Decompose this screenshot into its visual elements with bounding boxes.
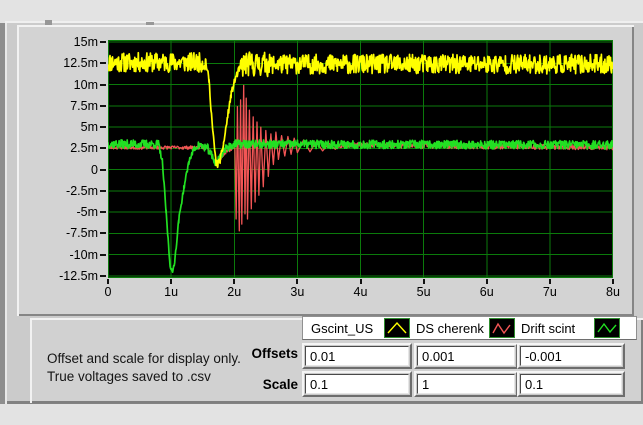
offset-field-0 xyxy=(302,343,412,369)
offset-input-0[interactable] xyxy=(306,347,408,365)
x-tick-label: 2u xyxy=(227,285,242,299)
x-tick-mark xyxy=(107,279,109,284)
y-tick-label: -5m xyxy=(76,205,98,220)
x-tick-label: 5u xyxy=(416,285,431,299)
y-tick-mark xyxy=(100,253,106,256)
y-tick-label: -10m xyxy=(69,247,98,262)
plot-sample-icon-ds-cherenk[interactable] xyxy=(489,318,515,338)
y-tick-mark xyxy=(100,189,106,192)
y-tick-mark xyxy=(100,147,106,150)
offset-field-inner-2 xyxy=(520,346,622,366)
plot-sample-icon-gscint-us[interactable] xyxy=(384,318,410,338)
offset-field-inner-0 xyxy=(305,346,409,366)
y-tick-label: 5m xyxy=(80,120,98,135)
offset-field-1 xyxy=(414,343,518,369)
x-tick-mark xyxy=(170,279,173,284)
offset-field-inner-1 xyxy=(417,346,515,366)
x-tick-mark xyxy=(359,279,362,284)
y-tick-label: 0 xyxy=(91,162,98,177)
legend-item-drift-scint[interactable]: Drift scint xyxy=(521,321,575,336)
waveform-chart-plot-area xyxy=(107,40,614,278)
scale-label: Scale xyxy=(262,377,298,392)
x-tick-mark xyxy=(422,279,425,284)
y-tick-mark xyxy=(100,62,106,65)
y-tick-mark xyxy=(100,41,106,43)
legend-item-ds-cherenk[interactable]: DS cherenk xyxy=(416,321,484,336)
x-tick-label: 3u xyxy=(290,285,305,299)
scale-field-inner-2 xyxy=(520,374,622,394)
offsets-label: Offsets xyxy=(251,346,298,361)
y-tick-label: 10m xyxy=(73,77,98,92)
x-tick-label: 4u xyxy=(353,285,368,299)
offset-input-2[interactable] xyxy=(521,347,621,365)
scale-input-0[interactable] xyxy=(306,375,408,393)
scale-input-2[interactable] xyxy=(521,375,621,393)
legend-item-gscint-us[interactable]: Gscint_US xyxy=(311,321,373,336)
plot-sample-icon-drift-scint[interactable] xyxy=(594,318,620,338)
y-tick-label: -7.5m xyxy=(66,226,98,241)
y-tick-label: 15m xyxy=(73,35,98,49)
y-tick-mark xyxy=(100,104,106,107)
x-tick-mark xyxy=(296,279,299,284)
y-tick-mark xyxy=(100,168,106,171)
x-tick-label: 0 xyxy=(104,285,112,299)
y-tick-mark xyxy=(100,126,106,129)
x-tick-label: 6u xyxy=(479,285,494,299)
scale-field-1 xyxy=(414,371,518,397)
x-tick-mark xyxy=(548,279,551,284)
scale-field-inner-0 xyxy=(305,374,409,394)
y-tick-label: 2.5m xyxy=(70,141,98,156)
x-tick-label: 7u xyxy=(542,285,557,299)
x-tick-label: 8u xyxy=(606,285,620,299)
x-tick-label: 1u xyxy=(164,285,179,299)
plot-legend: Gscint_US DS cherenk Drift scint xyxy=(302,316,637,340)
front-panel: Gscint_US DS cherenk Drift scint Offset an… xyxy=(0,0,643,425)
offset-field-2 xyxy=(517,343,625,369)
scale-field-2 xyxy=(517,371,625,397)
y-tick-label: -12.5m xyxy=(59,269,98,283)
scale-field-0 xyxy=(302,371,412,397)
plot-canvas xyxy=(107,40,614,278)
y-tick-label: 7.5m xyxy=(70,98,98,113)
scale-input-1[interactable] xyxy=(418,375,514,393)
y-tick-label: 12.5m xyxy=(63,56,98,71)
x-tick-mark xyxy=(612,279,614,284)
offset-input-1[interactable] xyxy=(418,347,514,365)
y-tick-mark xyxy=(100,83,106,86)
y-tick-mark xyxy=(100,232,106,235)
y-tick-label: -2.5m xyxy=(66,183,98,198)
y-tick-mark xyxy=(100,275,106,277)
x-tick-mark xyxy=(485,279,488,284)
scale-field-inner-1 xyxy=(417,374,515,394)
y-tick-mark xyxy=(100,211,106,214)
x-tick-mark xyxy=(233,279,236,284)
